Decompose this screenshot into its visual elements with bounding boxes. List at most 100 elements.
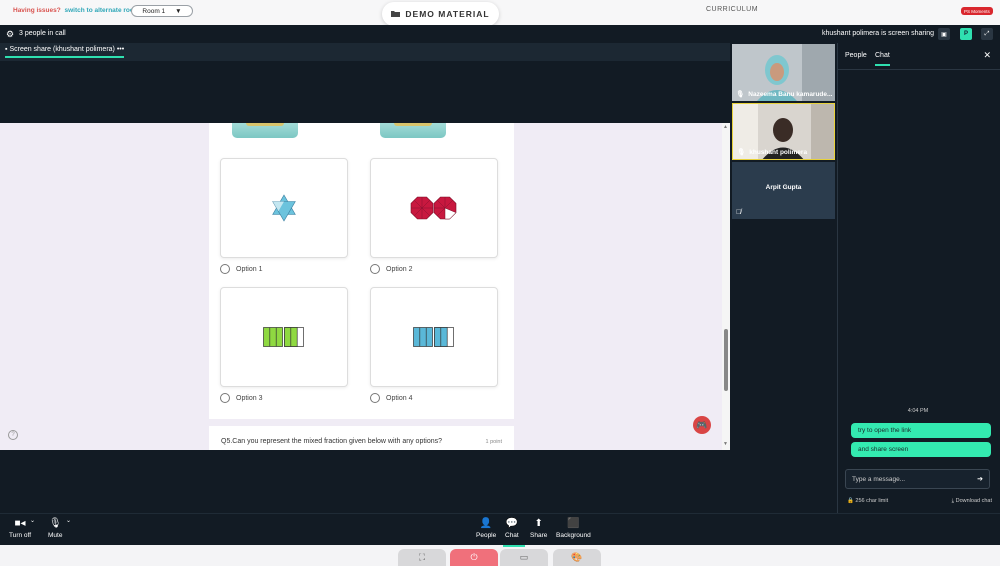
demo-material-button[interactable]: DEMO MATERIAL: [382, 2, 499, 26]
gear-icon[interactable]: ⚙: [6, 29, 14, 40]
person-icon: 👤: [479, 518, 493, 529]
share-screen-icon: ⬆: [534, 518, 543, 529]
gamepad-icon[interactable]: 🎮: [693, 416, 711, 434]
end-call-button[interactable]: ⏻: [450, 549, 498, 566]
chat-bubble-icon: 💬: [505, 518, 519, 529]
scroll-up-icon[interactable]: ▲: [723, 124, 728, 130]
video-camera-icon: ■◂: [14, 518, 26, 529]
more-icon[interactable]: •••: [117, 46, 124, 53]
issues-notice: Having issues? switch to alternate room: [13, 7, 140, 14]
participant-name-tag: 🎙 Nazeema Banu kamarude...: [736, 90, 833, 99]
participant-name-tag: 🎙 khushant polimera: [737, 148, 808, 157]
participant-tiles: 🎙 Nazeema Banu kamarude... 🎙 khushant po…: [730, 43, 836, 537]
camera-label: Turn off: [9, 532, 32, 539]
chevron-down-icon[interactable]: ⌄: [30, 517, 35, 524]
participant-name: khushant polimera: [749, 148, 808, 156]
send-arrow-icon[interactable]: ➔: [977, 475, 983, 483]
palette-icon: 🎨: [571, 552, 583, 562]
radio-button[interactable]: [220, 393, 230, 403]
mute-label: Mute: [48, 532, 63, 539]
share-button[interactable]: ⬆ Share: [530, 518, 548, 540]
chat-tabs: People Chat ✕: [838, 43, 1000, 70]
call-window: ⚙ 3 people in call khushant polimera is …: [0, 25, 1000, 547]
close-icon[interactable]: ✕: [983, 50, 991, 61]
room-select[interactable]: Room 1 ▼: [131, 5, 193, 17]
whiteboard-deck-button[interactable]: ▭: [500, 549, 548, 566]
option-1-image[interactable]: [220, 158, 348, 258]
question-points: 1 point: [485, 439, 502, 445]
board-icon: ▭: [519, 552, 529, 562]
power-icon: ⏻: [470, 552, 478, 562]
switch-room-link[interactable]: switch to alternate room: [65, 7, 140, 14]
microphone-icon: 🎙: [48, 518, 62, 529]
message-box: ➔: [845, 469, 990, 489]
radio-button[interactable]: [220, 264, 230, 274]
lock-icon: 🔒: [847, 498, 854, 504]
participant-name: Arpit Gupta: [765, 184, 802, 191]
char-limit: 🔒 256 char limit: [847, 498, 888, 504]
people-count: 3 people in call: [19, 30, 66, 37]
option-4-radio[interactable]: Option 4: [370, 393, 412, 403]
palette-deck-button[interactable]: 🎨: [553, 549, 601, 566]
chat-button[interactable]: 💬 Chat: [505, 518, 519, 540]
option-2-label: Option 2: [386, 265, 413, 273]
radio-button[interactable]: [370, 264, 380, 274]
option-1-radio[interactable]: Option 1: [220, 264, 262, 274]
help-icon[interactable]: ?: [8, 430, 18, 440]
chat-label: Chat: [505, 532, 519, 539]
folder-icon: [391, 9, 401, 19]
fullscreen-icon[interactable]: ⤢: [981, 28, 993, 40]
sharing-status: khushant polimera is screen sharing: [822, 30, 935, 37]
chevron-down-icon[interactable]: ⌄: [66, 517, 71, 524]
scroll-down-icon[interactable]: ▼: [723, 441, 728, 447]
green-bars-shape: [263, 327, 304, 347]
background-label: Background: [556, 532, 591, 539]
presenter-icon[interactable]: ▣: [938, 28, 950, 40]
share-label: Share: [530, 532, 548, 539]
chat-active-indicator: [503, 545, 525, 547]
download-chat-label: Download chat: [955, 498, 992, 504]
fullscreen-deck-button[interactable]: ⛶: [398, 549, 446, 566]
microphone-icon: 🎙: [736, 91, 745, 98]
participant-tile[interactable]: 🎙 Nazeema Banu kamarude...: [732, 44, 835, 101]
shared-screen: Option 1 Option 2 Option 3 Option 4 Q5.C…: [0, 123, 730, 450]
option-4-image[interactable]: [370, 287, 498, 387]
participant-tile[interactable]: 🎙 khushant polimera: [732, 103, 835, 160]
top-bar: Having issues? switch to alternate room …: [0, 0, 1000, 26]
pedestal-image: [232, 123, 298, 138]
char-limit-text: 256 char limit: [855, 498, 889, 504]
tab-people[interactable]: People: [845, 52, 867, 59]
blue-bars-shape: [413, 327, 454, 347]
tab-screen-share-label: Screen share (khushant polimera): [9, 46, 115, 53]
background-button[interactable]: ⬛ Background: [556, 519, 591, 540]
question-5-card: Q5.Can you represent the mixed fraction …: [209, 426, 514, 450]
option-1-label: Option 1: [236, 265, 263, 273]
option-2-radio[interactable]: Option 2: [370, 264, 412, 274]
ps-moments-badge[interactable]: PS Moments: [961, 7, 993, 15]
people-label: People: [476, 532, 497, 539]
tab-screen-share[interactable]: ▪ Screen share (khushant polimera) •••: [5, 46, 125, 58]
curriculum-link[interactable]: CURRICULUM: [706, 6, 758, 13]
radio-button[interactable]: [370, 393, 380, 403]
message-input[interactable]: [852, 474, 962, 485]
scrollbar[interactable]: ▲ ▼: [722, 123, 730, 450]
issues-text: Having issues?: [13, 7, 61, 14]
avatar[interactable]: P: [960, 28, 972, 40]
people-button[interactable]: 👤 People: [476, 518, 497, 540]
option-3-label: Option 3: [236, 394, 263, 402]
option-3-radio[interactable]: Option 3: [220, 393, 262, 403]
muted-microphone-icon: 🎙̸: [736, 209, 742, 216]
share-area-header: [0, 61, 730, 123]
tab-chat[interactable]: Chat: [875, 52, 890, 66]
scrollbar-thumb[interactable]: [724, 329, 728, 391]
option-2-image[interactable]: [370, 158, 498, 258]
download-icon: ⤓: [951, 498, 955, 504]
mute-button[interactable]: 🎙 Mute: [48, 518, 63, 540]
room-select-value: Room 1: [142, 7, 166, 15]
participant-name: Nazeema Banu kamarude...: [748, 90, 833, 98]
participant-tile[interactable]: Arpit Gupta 🎙̸: [732, 162, 835, 219]
option-3-image[interactable]: [220, 287, 348, 387]
camera-button[interactable]: ■◂ Turn off: [9, 518, 32, 540]
download-chat-button[interactable]: ⤓ Download chat: [952, 498, 992, 505]
option-4-label: Option 4: [386, 394, 413, 402]
